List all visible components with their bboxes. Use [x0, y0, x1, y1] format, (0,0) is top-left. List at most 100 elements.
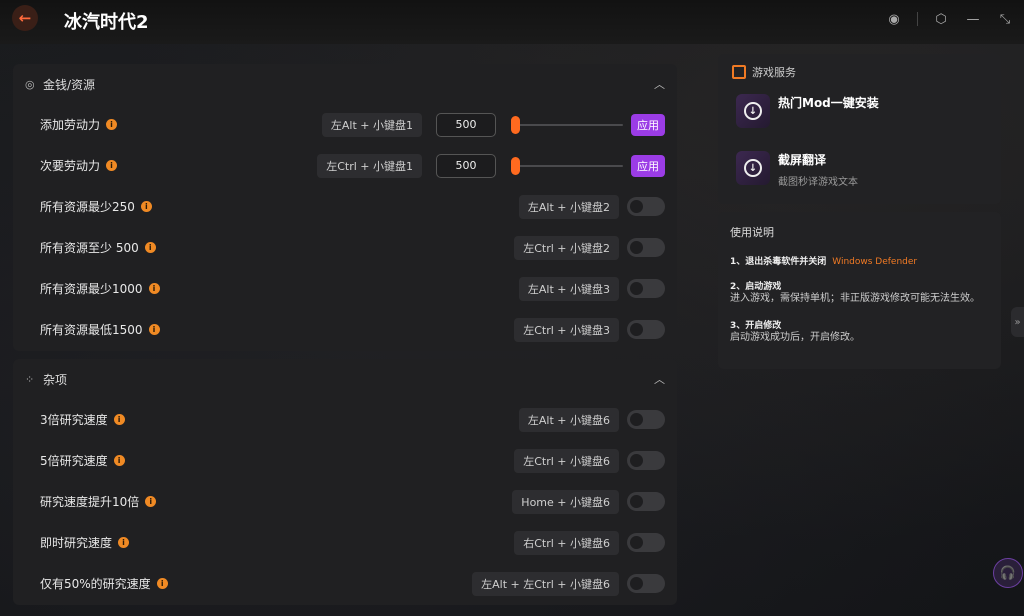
grid-icon: ⁘	[25, 372, 35, 386]
list-item: 5倍研究速度 i 左Ctrl + 小键盘6	[13, 440, 677, 481]
value-slider[interactable]	[511, 156, 623, 175]
list-item: 即时研究速度 i 右Ctrl + 小键盘6	[13, 522, 677, 563]
service-item-title: 热门Mod一键安装	[778, 96, 879, 110]
toggle-switch[interactable]	[627, 533, 665, 552]
list-item: 研究速度提升10倍 i Home + 小键盘6	[13, 481, 677, 522]
hotkey-badge[interactable]: 左Alt + 小键盘6	[518, 407, 619, 432]
settings-icon[interactable]: ⬡	[932, 10, 950, 28]
toggle-switch[interactable]	[627, 410, 665, 429]
service-item-mod-install[interactable]: ↓ 热门Mod一键安装	[736, 94, 879, 128]
instruction-step: 3、开启修改 启动游戏成功后，开启修改。	[730, 318, 989, 345]
value-input[interactable]	[436, 153, 496, 178]
row-label: 添加劳动力	[40, 118, 101, 132]
value-input[interactable]	[436, 112, 496, 137]
info-icon[interactable]: i	[144, 242, 156, 253]
chevron-double-right-icon: »	[1014, 316, 1021, 328]
instructions-card: 使用说明 1、退出杀毒软件并关闭 Windows Defender 2、启动游戏 …	[718, 212, 1001, 369]
row-label: 3倍研究速度	[40, 413, 108, 427]
chevron-up-icon[interactable]: ︿	[654, 76, 665, 92]
row-label: 研究速度提升10倍	[40, 495, 140, 509]
info-icon[interactable]: i	[106, 160, 118, 171]
hotkey-badge[interactable]: 左Ctrl + 小键盘1	[317, 153, 422, 178]
hotkey-badge[interactable]: 左Ctrl + 小键盘2	[514, 235, 619, 260]
list-item: 所有资源最少250 i 左Alt + 小键盘2	[13, 186, 677, 227]
toggle-switch[interactable]	[627, 492, 665, 511]
panel-header[interactable]: ⁘ 杂项 ︿	[13, 359, 677, 399]
toggle-switch[interactable]	[627, 279, 665, 298]
info-icon[interactable]: i	[118, 537, 130, 548]
row-label: 所有资源最低1500	[40, 323, 143, 337]
download-icon: ↓	[736, 94, 770, 128]
package-icon	[732, 65, 746, 79]
list-item: 仅有50%的研究速度 i 左Alt + 左Ctrl + 小键盘6	[13, 563, 677, 604]
row-label: 5倍研究速度	[40, 454, 108, 468]
back-button[interactable]: ←	[12, 5, 38, 31]
arrow-left-icon: ←	[18, 9, 32, 27]
list-item: 所有资源最低1500 i 左Ctrl + 小键盘3	[13, 309, 677, 350]
panel-resources: ◎ 金钱/资源 ︿ 添加劳动力 i 左Alt + 小键盘1 应用 次要劳动力 i 左…	[13, 64, 677, 351]
info-icon[interactable]: i	[140, 201, 152, 212]
row-label: 即时研究速度	[40, 536, 113, 550]
windows-defender-link[interactable]: Windows Defender	[832, 257, 917, 267]
title-bar: ← 冰汽时代2 ◉ ⬡ — ⤡	[0, 0, 1024, 44]
coin-icon: ◎	[25, 77, 35, 91]
notification-icon[interactable]: ◉	[885, 10, 903, 28]
hotkey-badge[interactable]: 左Alt + 小键盘1	[321, 112, 422, 137]
hotkey-badge[interactable]: 左Alt + 小键盘2	[518, 194, 619, 219]
hotkey-badge[interactable]: 左Ctrl + 小键盘3	[514, 317, 619, 342]
step-title: 2、启动游戏	[730, 282, 782, 292]
toggle-switch[interactable]	[627, 574, 665, 593]
row-label: 次要劳动力	[40, 159, 101, 173]
service-item-subtitle: 截图秒译游戏文本	[778, 177, 858, 188]
panel-header[interactable]: ◎ 金钱/资源 ︿	[13, 64, 677, 104]
step-text: 进入游戏，需保持单机；非正版游戏修改可能无法生效。	[730, 293, 980, 304]
info-icon[interactable]: i	[145, 496, 157, 507]
toggle-switch[interactable]	[627, 238, 665, 257]
hotkey-badge[interactable]: Home + 小键盘6	[512, 489, 619, 514]
toggle-switch[interactable]	[627, 197, 665, 216]
toggle-switch[interactable]	[627, 451, 665, 470]
list-item: 所有资源最少1000 i 左Alt + 小键盘3	[13, 268, 677, 309]
toggle-switch[interactable]	[627, 320, 665, 339]
service-item-title: 截屏翻译	[778, 153, 827, 167]
info-icon[interactable]: i	[148, 283, 160, 294]
list-item: 次要劳动力 i 左Ctrl + 小键盘1 应用	[13, 145, 677, 186]
slider-track	[511, 164, 623, 167]
info-icon[interactable]: i	[113, 414, 125, 425]
row-label: 所有资源最少1000	[40, 282, 143, 296]
minimize-icon[interactable]: —	[964, 10, 982, 28]
apply-button[interactable]: 应用	[631, 113, 665, 136]
info-icon[interactable]: i	[106, 119, 118, 130]
slider-thumb[interactable]	[511, 115, 520, 134]
chevron-up-icon[interactable]: ︿	[654, 371, 665, 387]
info-icon[interactable]: i	[113, 455, 125, 466]
service-item-screen-translate[interactable]: ↓ 截屏翻译 截图秒译游戏文本	[736, 151, 858, 188]
value-slider[interactable]	[511, 115, 623, 134]
apply-button[interactable]: 应用	[631, 154, 665, 177]
step-text: 启动游戏成功后，开启修改。	[730, 332, 860, 343]
info-icon[interactable]: i	[156, 578, 168, 589]
list-item: 添加劳动力 i 左Alt + 小键盘1 应用	[13, 104, 677, 145]
row-label: 所有资源最少250	[40, 200, 135, 214]
support-button[interactable]: 🎧	[993, 558, 1023, 588]
info-icon[interactable]: i	[148, 324, 160, 335]
expand-sidebar-handle[interactable]: »	[1011, 307, 1024, 337]
download-icon: ↓	[736, 151, 770, 185]
step-title: 1、退出杀毒软件并关闭	[730, 257, 827, 267]
panel-title: 杂项	[43, 372, 68, 387]
slider-thumb[interactable]	[511, 156, 520, 175]
list-item: 所有资源至少 500 i 左Ctrl + 小键盘2	[13, 227, 677, 268]
instructions-title: 使用说明	[730, 226, 774, 239]
app-title: 冰汽时代2	[64, 12, 149, 33]
hotkey-badge[interactable]: 左Ctrl + 小键盘6	[514, 448, 619, 473]
headset-icon: 🎧	[999, 565, 1017, 581]
hotkey-badge[interactable]: 左Alt + 小键盘3	[518, 276, 619, 301]
list-item: 3倍研究速度 i 左Alt + 小键盘6	[13, 399, 677, 440]
hotkey-badge[interactable]: 左Alt + 左Ctrl + 小键盘6	[472, 571, 619, 596]
collapse-window-icon[interactable]: ⤡	[996, 10, 1014, 28]
row-label: 所有资源至少 500	[40, 241, 139, 255]
hotkey-badge[interactable]: 右Ctrl + 小键盘6	[514, 530, 619, 555]
instruction-step: 2、启动游戏 进入游戏，需保持单机；非正版游戏修改可能无法生效。	[730, 279, 989, 306]
service-title: 游戏服务	[752, 66, 796, 79]
game-service-card: 游戏服务 ↓ 热门Mod一键安装 ↓ 截屏翻译 截图秒译游戏文本	[718, 54, 1001, 204]
